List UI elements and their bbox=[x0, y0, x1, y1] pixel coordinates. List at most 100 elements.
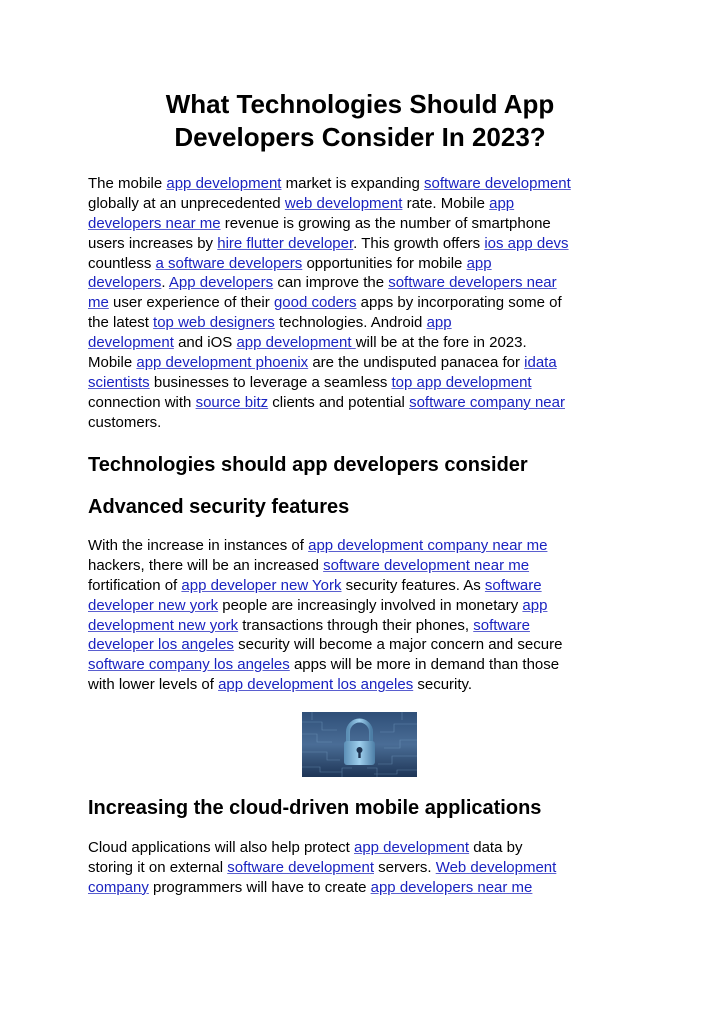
body-text: opportunities for mobile bbox=[302, 254, 467, 272]
inline-link[interactable]: App developers bbox=[169, 274, 273, 291]
inline-link[interactable]: app bbox=[522, 597, 547, 614]
text-line: developers near me revenue is growing as… bbox=[88, 214, 648, 234]
text-line: developer new york people are increasing… bbox=[88, 596, 648, 616]
inline-link[interactable]: app development phoenix bbox=[136, 354, 308, 371]
body-text: with lower levels of bbox=[88, 676, 219, 694]
body-text: and iOS bbox=[173, 334, 237, 352]
body-text: The mobile bbox=[88, 175, 167, 192]
inline-link[interactable]: idata bbox=[524, 354, 557, 371]
body-text: countless bbox=[88, 254, 156, 272]
inline-link[interactable]: app development bbox=[236, 334, 355, 351]
text-line: The mobile app development market is exp… bbox=[88, 174, 648, 194]
inline-link[interactable]: source bitz bbox=[196, 394, 269, 411]
text-line: development new york transactions throug… bbox=[88, 616, 648, 636]
inline-link[interactable]: company bbox=[88, 879, 149, 896]
body-text: are the undisputed panacea for bbox=[308, 354, 525, 372]
title-line: Developers Consider In 2023? bbox=[174, 122, 546, 152]
inline-link[interactable]: good coders bbox=[274, 294, 357, 311]
page-title: What Technologies Should App Developers … bbox=[0, 88, 720, 154]
inline-link[interactable]: app development bbox=[354, 839, 469, 856]
inline-link[interactable]: software developers near bbox=[388, 274, 556, 291]
inline-link[interactable]: app development company near me bbox=[308, 537, 547, 554]
inline-link[interactable]: development new york bbox=[88, 617, 238, 634]
inline-link[interactable]: hire flutter developer bbox=[217, 235, 353, 252]
inline-link[interactable]: software development bbox=[227, 859, 374, 876]
body-text: Cloud applications will also help protec… bbox=[88, 839, 354, 856]
body-text: connection with bbox=[88, 393, 196, 411]
security-paragraph: With the increase in instances of app de… bbox=[88, 536, 648, 695]
body-text: revenue is growing as the number of smar… bbox=[220, 214, 551, 232]
inline-link[interactable]: top app development bbox=[391, 374, 531, 391]
body-text: hackers, there will be an increased bbox=[88, 556, 324, 574]
body-text: . bbox=[161, 274, 169, 292]
body-text: the latest bbox=[88, 314, 154, 332]
inline-link[interactable]: web development bbox=[285, 195, 403, 212]
inline-link[interactable]: app bbox=[427, 314, 452, 331]
text-line: With the increase in instances of app de… bbox=[88, 536, 648, 556]
body-text: data by bbox=[469, 839, 523, 856]
text-line: users increases by hire flutter develope… bbox=[88, 234, 648, 254]
inline-link[interactable]: software bbox=[485, 577, 542, 594]
inline-link[interactable]: software development bbox=[424, 175, 571, 192]
body-text: apps by incorporating some of bbox=[356, 294, 562, 312]
body-text: will be at the fore in 2023. bbox=[355, 334, 527, 352]
text-line: software company los angeles apps will b… bbox=[88, 655, 648, 675]
inline-link[interactable]: software company near bbox=[409, 394, 565, 411]
body-text: can improve the bbox=[273, 274, 389, 292]
inline-link[interactable]: ios app devs bbox=[484, 235, 568, 252]
inline-link[interactable]: software development near me bbox=[323, 557, 529, 574]
body-text: Mobile bbox=[88, 354, 137, 372]
body-text: market is expanding bbox=[281, 175, 425, 192]
inline-link[interactable]: app development los angeles bbox=[218, 676, 413, 693]
section-heading-cloud: Increasing the cloud-driven mobile appli… bbox=[88, 797, 542, 819]
inline-link[interactable]: developer los angeles bbox=[88, 636, 234, 653]
section-heading-security: Advanced security features bbox=[88, 496, 350, 518]
inline-link[interactable]: developers bbox=[88, 274, 161, 291]
title-line: What Technologies Should App bbox=[165, 89, 555, 119]
body-text: security will become a major concern and… bbox=[233, 636, 563, 654]
inline-link[interactable]: me bbox=[88, 294, 109, 311]
intro-paragraph: The mobile app development market is exp… bbox=[88, 174, 648, 433]
body-text: . This growth offers bbox=[353, 234, 485, 252]
inline-link[interactable]: developer new york bbox=[88, 597, 218, 614]
text-line: company programmers will have to create … bbox=[88, 878, 648, 898]
body-text: people are increasingly involved in mone… bbox=[218, 596, 523, 614]
text-line: scientists businesses to leverage a seam… bbox=[88, 373, 648, 393]
inline-link[interactable]: software company los angeles bbox=[88, 656, 290, 673]
inline-link[interactable]: app development bbox=[166, 175, 281, 192]
inline-link[interactable]: Web development bbox=[436, 859, 557, 876]
body-text: businesses to leverage a seamless bbox=[149, 373, 392, 391]
inline-link[interactable]: app bbox=[467, 255, 492, 272]
inline-link[interactable]: developers near me bbox=[88, 215, 221, 232]
text-line: me user experience of their good coders … bbox=[88, 293, 648, 313]
inline-link[interactable]: development bbox=[88, 334, 174, 351]
body-text: storing it on external bbox=[88, 858, 228, 876]
text-line: development and iOS app development will… bbox=[88, 333, 648, 353]
section-heading-technologies: Technologies should app developers consi… bbox=[88, 454, 528, 476]
text-line: globally at an unprecedented web develop… bbox=[88, 194, 648, 214]
body-text: With the increase in instances of bbox=[88, 537, 309, 554]
inline-link[interactable]: app developer new York bbox=[181, 577, 341, 594]
text-line: developers. App developers can improve t… bbox=[88, 273, 648, 293]
body-text: customers. bbox=[88, 413, 162, 431]
text-line: developer los angeles security will beco… bbox=[88, 635, 648, 655]
inline-link[interactable]: a software developers bbox=[156, 255, 303, 272]
inline-link[interactable]: app developers near me bbox=[371, 879, 533, 896]
text-line: customers. bbox=[88, 413, 648, 433]
text-line: Mobile app development phoenix are the u… bbox=[88, 353, 648, 373]
inline-link[interactable]: top web designers bbox=[153, 314, 275, 331]
text-line: Cloud applications will also help protec… bbox=[88, 838, 648, 858]
body-text: globally at an unprecedented bbox=[88, 194, 285, 212]
document-page: What Technologies Should App Developers … bbox=[0, 0, 720, 1018]
body-text: fortification of bbox=[88, 576, 182, 594]
inline-link[interactable]: app bbox=[489, 195, 514, 212]
body-text: users increases by bbox=[88, 234, 218, 252]
text-line: the latest top web designers technologie… bbox=[88, 313, 648, 333]
padlock-circuit-icon bbox=[302, 712, 417, 777]
inline-link[interactable]: scientists bbox=[88, 374, 150, 391]
text-line: hackers, there will be an increased soft… bbox=[88, 556, 648, 576]
body-text: user experience of their bbox=[108, 294, 274, 312]
inline-link[interactable]: software bbox=[473, 617, 530, 634]
body-text: programmers will have to create bbox=[148, 878, 371, 896]
text-line: storing it on external software developm… bbox=[88, 858, 648, 878]
